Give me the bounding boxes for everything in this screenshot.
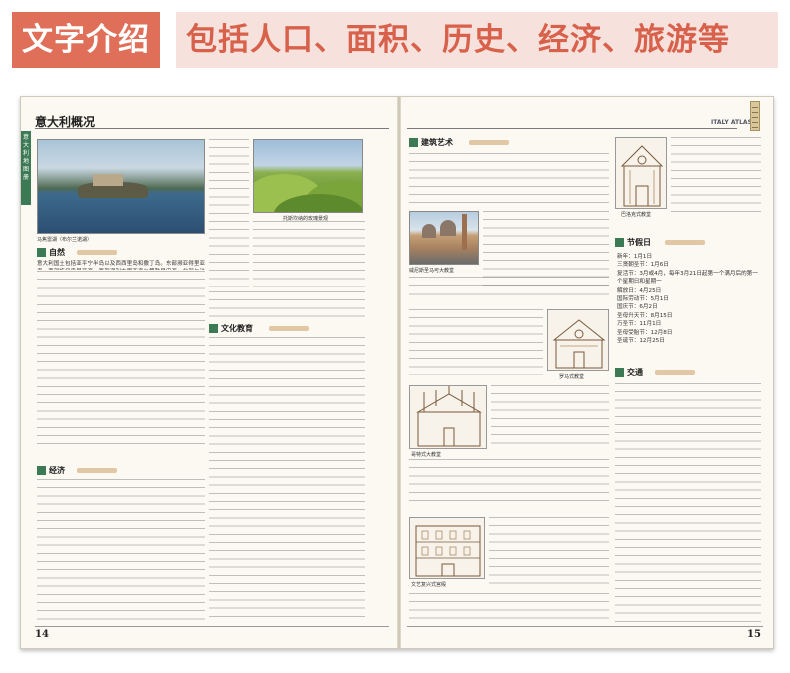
banner-description: 包括人口、面积、历史、经济、旅游等 [176,12,778,68]
photo-caption: 罗马式教堂 [559,374,585,380]
body-text-block [209,291,365,319]
section-marker [37,248,46,257]
intro-text: 意大利国土包括亚平宁半岛以及西西里岛和撒丁岛。东部濒亚得里亚海，南部临伊奥尼亚海… [37,261,205,270]
section-heading: 交通 [615,367,761,378]
body-text-block [37,271,205,451]
photo-caption: 哥特式大教堂 [411,452,442,458]
book-spread: 意大利概况 意大利地图册 马焦雷湖（布尔兰诺湖） 托斯坎纳的玫瑰景观 自然 意大… [20,96,774,649]
gothic-cathedral-sketch [409,385,487,449]
atlas-label: ITALY ATLAS [711,119,752,126]
section-label: 建筑艺术 [421,138,453,147]
body-text-block [409,593,609,623]
title-rule [407,128,737,129]
body-text-block [615,383,761,623]
section-heading: 经济 [37,465,205,476]
title-rule [35,128,389,129]
section-heading: 文化教育 [209,323,365,334]
section-bar [269,326,309,331]
body-text-block [409,153,609,205]
festival-item: 解放日：4月25日 [617,287,662,294]
side-tab: 意大利地图册 [21,131,31,205]
page-number: 15 [747,629,761,640]
body-text-block [409,459,609,505]
section-marker [615,368,624,377]
section-label: 交通 [627,368,643,377]
festival-item: 圣母升天节：8月15日 [617,312,673,319]
body-text-block [409,277,609,299]
bell-tower-shape [462,214,467,250]
body-text-block [209,139,249,287]
palace-shape [93,174,123,186]
romanesque-church-sketch [547,309,609,371]
page-number: 14 [35,629,49,640]
festival-item: 万圣节：11月1日 [617,321,662,328]
section-marker [37,466,46,475]
festival-item: 三贤朝圣节：1月6日 [617,262,669,269]
body-text-block [209,337,365,623]
section-label: 经济 [49,466,65,475]
festival-item: 圣母受胎节：12月8日 [617,329,673,336]
section-label: 文化教育 [221,324,253,333]
renaissance-palace-sketch [409,517,485,579]
banner-tag: 文字介绍 [12,12,160,68]
dome-shape [422,224,436,238]
section-marker [615,238,624,247]
banner: 文字介绍 包括人口、面积、历史、经济、旅游等 [0,0,790,82]
body-text-block [409,309,543,375]
page-footer-rule [35,626,389,627]
dome-shape [440,220,456,236]
section-heading: 自然 [37,247,205,258]
lake-photo [37,139,205,234]
section-bar [77,468,117,473]
baroque-church-sketch [615,137,667,209]
section-marker [409,138,418,147]
photo-caption: 马焦雷湖（布尔兰诺湖） [37,237,93,243]
festival-item: 国庆节：6月2日 [617,304,658,311]
hills-photo [253,139,363,213]
photo-caption: 威尼斯圣马可大教堂 [409,268,455,274]
book-gutter [397,97,401,648]
body-text-block [671,137,761,217]
basilica-photo [409,211,479,265]
page-footer-rule [407,626,763,627]
section-label: 节假日 [627,238,651,247]
section-heading: 建筑艺术 [409,137,609,148]
festival-item: 国际劳动节：5月1日 [617,296,669,303]
festival-item: 圣诞节：12月25日 [617,338,665,345]
photo-caption: 文艺复兴式宫殿 [411,582,447,588]
body-text-block [489,517,609,589]
section-heading: 节假日 [615,237,761,248]
section-label: 自然 [49,248,65,257]
body-text-block [37,479,205,623]
section-bar [665,240,705,245]
section-bar [655,370,695,375]
festival-item: 新年：1月1日 [617,254,653,260]
section-marker [209,324,218,333]
festival-item: 复活节：3月或4月，每年3月21日起第一个满月后的第一个星期日和星期一 [617,270,758,286]
section-bar [77,250,117,255]
section-bar [469,140,509,145]
body-text-block [491,385,609,445]
leaning-tower-icon [750,101,760,131]
photo-caption: 巴洛克式教堂 [621,212,652,218]
festival-list: 新年：1月1日 三贤朝圣节：1月6日 复活节：3月或4月，每年3月21日起第一个… [617,253,761,345]
body-text-block [253,221,365,287]
